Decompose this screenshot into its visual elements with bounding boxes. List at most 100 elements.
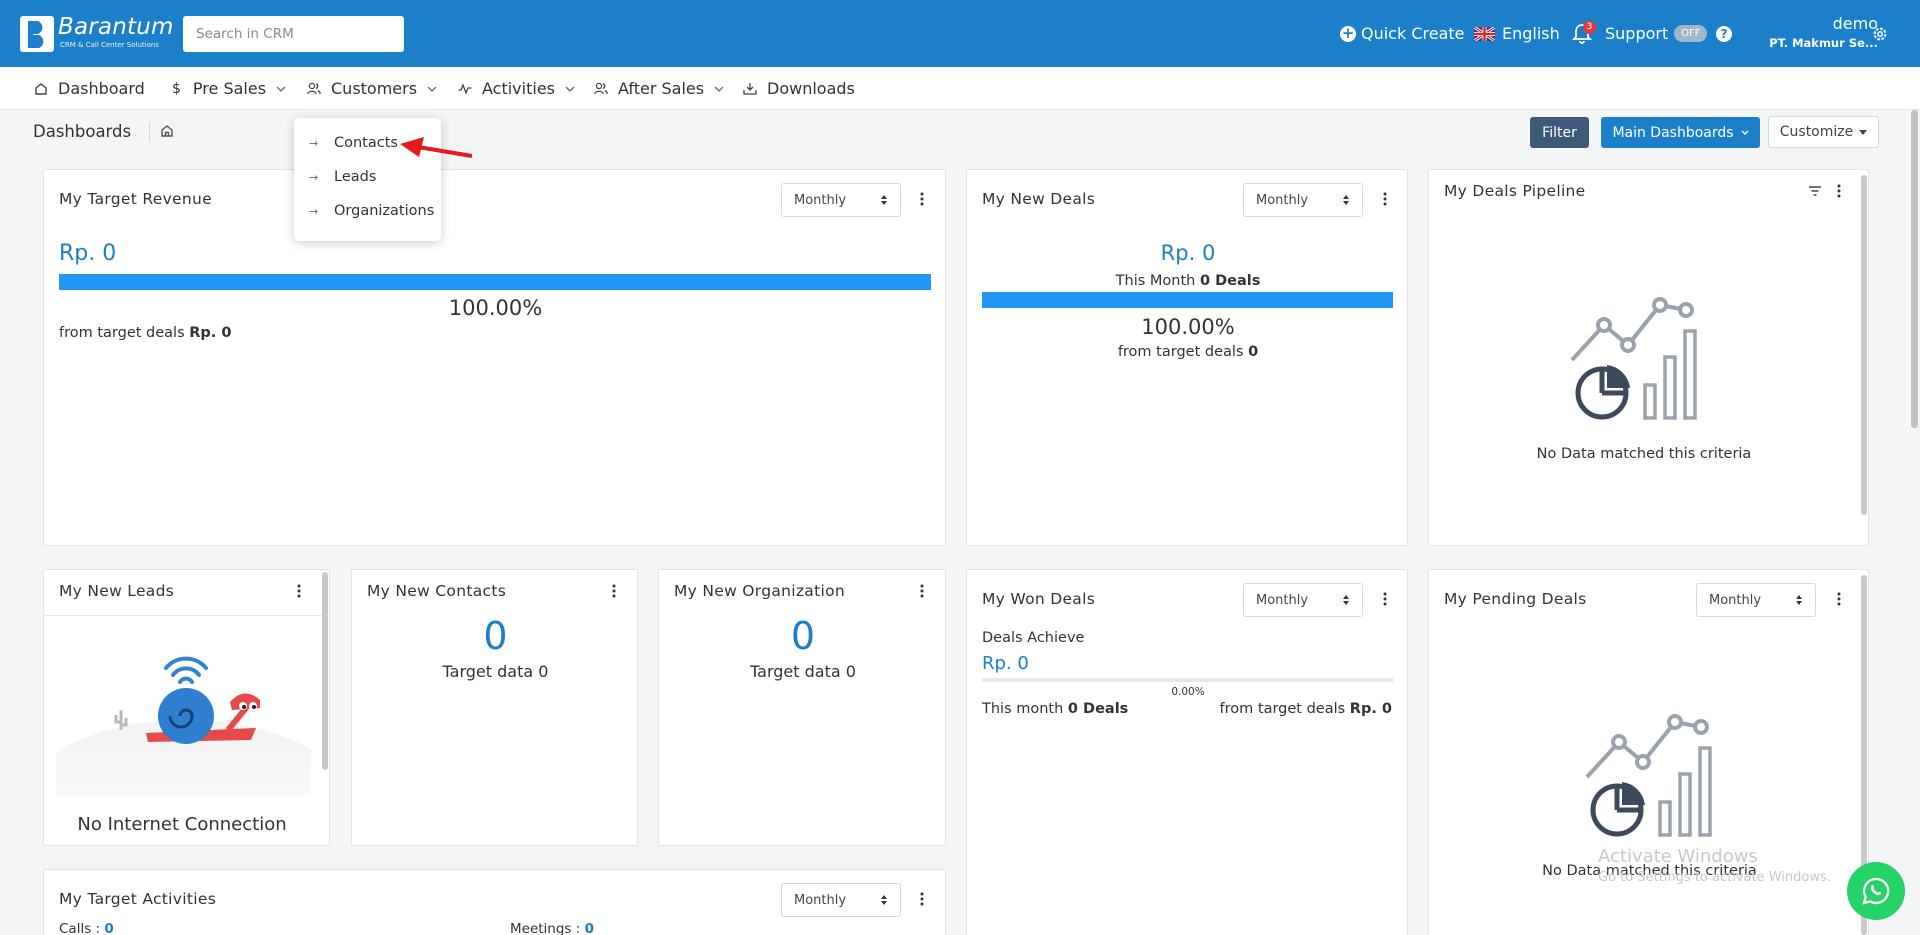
period-select[interactable]: Monthly — [781, 883, 901, 917]
barantum-logo-icon — [20, 16, 54, 52]
page-scrollbar[interactable] — [1911, 110, 1918, 428]
main-dashboards-button[interactable]: Main Dashboards — [1601, 117, 1760, 148]
more-options-icon[interactable] — [919, 191, 925, 207]
notifications-button[interactable]: 3 — [1571, 0, 1596, 67]
arrow-right-icon: → — [309, 170, 319, 184]
widget-new-organization: My New Organization 0 Target data 0 — [658, 569, 946, 846]
widget-title: My Deals Pipeline — [1444, 182, 1586, 200]
period-select-value: Monthly — [1709, 592, 1762, 608]
period-select-value: Monthly — [794, 192, 847, 208]
won-deals-progress-track — [982, 678, 1393, 682]
widget-title: My Target Activities — [59, 890, 217, 908]
sort-arrows-icon — [881, 195, 887, 205]
meetings-value: 0 — [584, 921, 595, 935]
filter-button[interactable]: Filter — [1530, 117, 1589, 148]
more-options-icon[interactable] — [1382, 591, 1388, 607]
user-name: demo — [1832, 14, 1878, 33]
deals-this-month: This Month 0 Deals — [967, 273, 1409, 289]
support-toggle-switch[interactable]: OFF — [1674, 25, 1708, 42]
deals-from-target: from target deals 0 — [967, 344, 1409, 360]
filter-icon[interactable] — [1809, 186, 1821, 196]
sort-arrows-icon — [1796, 595, 1802, 605]
notification-badge: 3 — [1583, 20, 1596, 34]
help-button[interactable]: ? — [1716, 0, 1732, 67]
settings-gear-icon[interactable] — [1871, 25, 1889, 43]
contacts-count: 0 — [483, 614, 508, 658]
nav-activities[interactable]: Activities — [458, 67, 585, 110]
users-icon — [307, 82, 321, 95]
offline-message: No Internet Connection — [77, 814, 287, 835]
no-data-chart-icon — [1585, 714, 1712, 837]
nav-downloads[interactable]: Downloads — [743, 67, 855, 110]
support-label: Support — [1605, 24, 1669, 43]
nav-activities-label: Activities — [482, 79, 555, 98]
nav-after-sales[interactable]: After Sales — [594, 67, 734, 110]
card-scrollbar[interactable] — [322, 572, 328, 770]
menu-item-contacts[interactable]: → Contacts — [309, 135, 398, 151]
user-menu[interactable]: demo PT. Makmur Se... — [1769, 14, 1878, 50]
more-options-icon[interactable] — [919, 891, 925, 907]
language-selector[interactable]: English — [1474, 0, 1560, 67]
nav-pre-sales-label: Pre Sales — [192, 79, 267, 98]
from-target-value: 0 — [1248, 344, 1259, 360]
nav-customers-label: Customers — [331, 79, 418, 98]
revenue-amount: Rp. 0 — [59, 241, 117, 266]
user-company: PT. Makmur Se... — [1769, 36, 1878, 50]
nav-dashboard[interactable]: Dashboard — [34, 67, 145, 110]
whatsapp-chat-button[interactable] — [1847, 862, 1905, 920]
menu-item-leads[interactable]: → Leads — [309, 169, 376, 185]
widget-title: My Won Deals — [982, 590, 1096, 608]
header-divider — [44, 615, 324, 616]
more-options-icon[interactable] — [296, 583, 302, 599]
more-options-icon[interactable] — [919, 583, 925, 599]
menu-item-organizations[interactable]: → Organizations — [309, 203, 434, 219]
activity-icon — [458, 82, 472, 95]
period-select[interactable]: Monthly — [1243, 583, 1363, 617]
more-options-icon[interactable] — [611, 583, 617, 599]
nav-dashboard-label: Dashboard — [58, 79, 145, 98]
from-target-label: from target deals — [1219, 701, 1346, 717]
main-nav: Dashboard $ Pre Sales Customers Activiti… — [0, 67, 1920, 110]
menu-item-label: Organizations — [334, 203, 435, 219]
uk-flag-icon — [1474, 26, 1495, 41]
more-options-icon[interactable] — [1836, 183, 1842, 199]
won-this-month: This month 0 Deals — [982, 701, 1128, 717]
period-select[interactable]: Monthly — [1243, 183, 1363, 217]
nav-pre-sales[interactable]: $ Pre Sales — [172, 67, 296, 110]
more-options-icon[interactable] — [1382, 191, 1388, 207]
won-deals-amount: Rp. 0 — [982, 653, 1029, 674]
home-icon[interactable] — [160, 124, 174, 138]
calls-stat: Calls : 0 — [59, 921, 114, 935]
from-target-label: from target deals — [1117, 344, 1244, 360]
sort-arrows-icon — [1343, 195, 1349, 205]
support-toggle[interactable]: Support OFF — [1605, 0, 1708, 67]
period-select[interactable]: Monthly — [781, 183, 901, 217]
arrow-right-icon: → — [309, 204, 319, 218]
no-data-chart-icon — [1570, 297, 1697, 420]
nav-customers[interactable]: Customers — [307, 67, 447, 110]
brand-name: Barantum — [58, 14, 174, 40]
card-scrollbar[interactable] — [1861, 175, 1867, 515]
chevron-down-icon — [714, 86, 724, 92]
deals-progress-bar — [982, 292, 1393, 308]
this-month-value: 0 Deals — [1199, 273, 1261, 289]
brand-tagline: CRM & Call Center Solutions — [60, 41, 159, 49]
period-select[interactable]: Monthly — [1696, 583, 1816, 617]
search-input[interactable] — [183, 16, 404, 52]
customize-button[interactable]: Customize — [1768, 116, 1879, 148]
chevron-down-icon — [276, 86, 286, 92]
widget-title: My New Organization — [674, 582, 846, 600]
snail-offline-illustration — [56, 656, 311, 795]
widget-target-revenue: My Target Revenue Monthly Rp. 0 100.00% … — [43, 169, 946, 546]
users-icon — [594, 82, 608, 95]
contacts-target: Target data 0 — [442, 662, 549, 681]
chevron-down-icon — [1741, 130, 1749, 135]
menu-item-label: Contacts — [334, 135, 398, 151]
brand-logo[interactable]: Barantum CRM & Call Center Solutions — [20, 14, 190, 54]
period-select-value: Monthly — [1256, 192, 1309, 208]
revenue-percent: 100.00% — [448, 296, 543, 320]
revenue-progress-bar — [59, 274, 931, 290]
no-data-message: No Data matched this criteria — [1536, 446, 1752, 462]
quick-create-button[interactable]: + Quick Create — [1340, 0, 1465, 67]
more-options-icon[interactable] — [1836, 591, 1842, 607]
